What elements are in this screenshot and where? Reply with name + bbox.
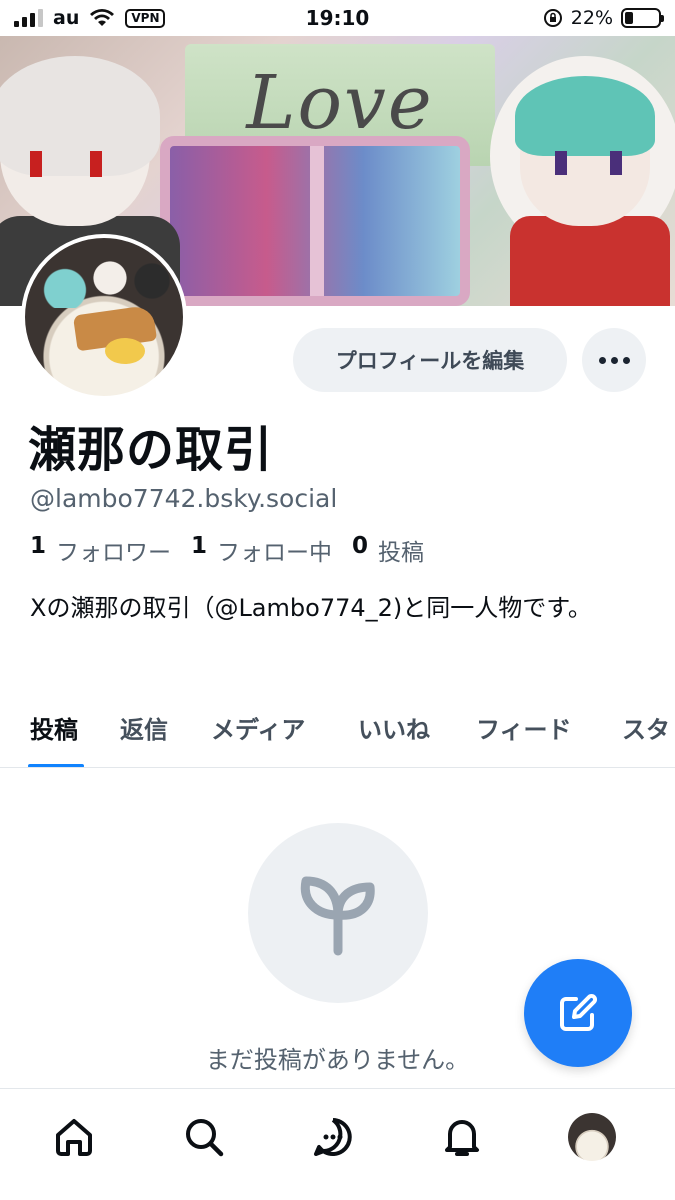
more-options-button[interactable]: [582, 328, 646, 392]
battery-icon: [621, 8, 664, 28]
home-icon: [56, 1119, 92, 1156]
battery-percent: 22%: [570, 7, 613, 29]
profile-avatar[interactable]: [21, 234, 187, 400]
tab-posts[interactable]: 投稿: [30, 710, 78, 745]
compose-icon: [560, 994, 597, 1031]
posts-count: 0: [352, 533, 369, 559]
followers-label: フォロワー: [56, 540, 172, 566]
search-icon: [186, 1119, 224, 1157]
followers-count: 1: [30, 533, 47, 559]
following-stat[interactable]: 1 フォロー中: [191, 533, 332, 567]
nav-messages[interactable]: [309, 1113, 357, 1161]
following-label: フォロー中: [217, 540, 333, 566]
tab-media[interactable]: メディア: [211, 710, 305, 745]
posts-stat: 0 投稿: [352, 533, 424, 567]
tab-starter-packs[interactable]: スタ: [622, 710, 670, 745]
banner-frame: [160, 136, 470, 306]
status-bar: au VPN 19:10 22%: [0, 0, 675, 36]
banner-sign-text: Love: [246, 60, 434, 146]
profile-bio: Xの瀬那の取引（@Lambo774_2)と同一人物です。: [30, 594, 592, 622]
sprout-icon: [300, 876, 375, 956]
nav-notifications[interactable]: [438, 1113, 486, 1161]
chat-icon: [314, 1118, 352, 1156]
posts-label: 投稿: [378, 540, 425, 566]
nav-profile-avatar[interactable]: [568, 1113, 616, 1161]
bottom-navigation: [0, 1088, 675, 1200]
active-tab-indicator: [28, 764, 84, 767]
followers-stat[interactable]: 1 フォロワー: [30, 533, 171, 567]
edit-profile-button[interactable]: プロフィールを編集: [293, 328, 567, 392]
compose-button[interactable]: [524, 959, 632, 1067]
orientation-lock-icon: [543, 9, 562, 27]
profile-stats: 1 フォロワー 1 フォロー中 0 投稿: [30, 533, 424, 567]
display-name: 瀬那の取引: [28, 422, 274, 478]
status-right: 22%: [543, 7, 664, 29]
banner-plush-right: [490, 56, 675, 306]
bell-icon: [445, 1120, 479, 1156]
nav-search[interactable]: [180, 1113, 228, 1161]
tab-replies[interactable]: 返信: [120, 710, 168, 745]
empty-state-illustration: [248, 823, 428, 1003]
profile-tabs: 投稿 返信 メディア いいね フィード スタ: [0, 700, 675, 768]
tab-feeds[interactable]: フィード: [476, 710, 572, 745]
more-dots-icon: [598, 356, 606, 364]
nav-home[interactable]: [50, 1113, 98, 1161]
tab-likes[interactable]: いいね: [358, 710, 430, 745]
profile-handle: @lambo7742.bsky.social: [30, 484, 338, 513]
following-count: 1: [191, 533, 208, 559]
